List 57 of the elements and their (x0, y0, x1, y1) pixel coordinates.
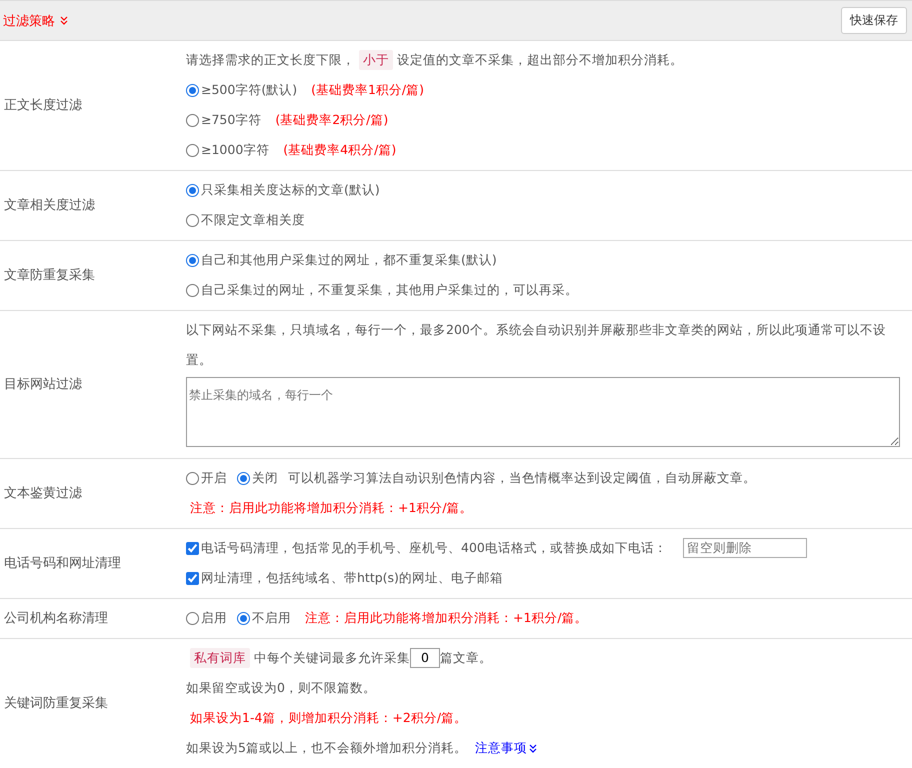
radio-label: ≥500字符(默认) (201, 81, 298, 99)
domain-textarea[interactable]: 禁止采集的域名，每行一个 (186, 377, 900, 447)
description-text: 以下网站不采集，只填域名，每行一个，最多200个。系统会自动识别并屏蔽那些非文章类的网站，所以此项通常可以不设置。 (186, 322, 886, 367)
radio-button[interactable] (186, 144, 199, 156)
setting-label: 目标网站过滤 (3, 376, 83, 393)
checkbox[interactable] (186, 542, 199, 554)
description-text: 如果设为5篇或以上，也不会额外增加积分消耗。 (186, 739, 467, 757)
radio-label: 启用 (201, 609, 227, 627)
warning-text: (基础费率4积分/篇) (283, 141, 396, 159)
double-chevron-down-icon (528, 744, 537, 752)
checkbox-label: 电话号码清理，包括常见的手机号、座机号、400电话格式，或替换成如下电话： (201, 539, 667, 557)
radio-button[interactable] (186, 214, 199, 226)
description-text: 请选择需求的正文长度下限， (186, 51, 355, 69)
description-text: 可以机器学习算法自动识别色情内容，当色情概率达到设定阈值，自动屏蔽文章。 (288, 469, 756, 487)
description-text: 中每个关键词最多允许采集 (254, 649, 410, 667)
setting-label: 电话号码和网址清理 (3, 555, 122, 572)
radio-label: ≥1000字符 (201, 141, 270, 159)
setting-label: 文章相关度过滤 (3, 197, 96, 214)
radio-label: 关闭 (252, 469, 278, 487)
radio-button[interactable] (186, 114, 199, 126)
radio-button[interactable] (186, 84, 199, 96)
setting-label: 正文长度过滤 (3, 97, 83, 114)
description-text: 篇文章。 (440, 649, 492, 667)
checkbox[interactable] (186, 572, 199, 584)
radio-label: 不限定文章相关度 (201, 211, 305, 229)
number-input-field[interactable]: 0 (410, 648, 440, 668)
checkbox-label: 网址清理，包括纯域名、带http(s)的网址、电子邮箱 (201, 569, 503, 587)
phone-input-field[interactable]: 留空则删除 (682, 538, 807, 558)
setting-label: 文章防重复采集 (3, 267, 96, 284)
radio-label: 只采集相关度达标的文章(默认) (201, 181, 380, 199)
double-chevron-down-icon (60, 16, 68, 25)
quick-save-button[interactable]: 快速保存 (841, 7, 907, 34)
radio-button[interactable] (186, 284, 199, 296)
radio-button[interactable] (237, 472, 250, 484)
warning-text: (基础费率1积分/篇) (311, 81, 424, 99)
setting-label: 公司机构名称清理 (3, 610, 109, 627)
radio-button[interactable] (186, 612, 199, 624)
warning-text: 注意：启用此功能将增加积分消耗：+1积分/篇。 (305, 609, 588, 627)
notes-link[interactable]: 注意事项 (474, 733, 537, 763)
radio-label: 自己和其他用户采集过的网址，都不重复采集(默认) (201, 251, 497, 269)
highlight-tag: 私有词库 (190, 648, 250, 668)
radio-label: 开启 (201, 469, 227, 487)
description-text: 设定值的文章不采集，超出部分不增加积分消耗。 (397, 51, 683, 69)
warning-text: 注意：启用此功能将增加积分消耗：+1积分/篇。 (190, 499, 473, 517)
setting-label: 关键词防重复采集 (3, 695, 109, 712)
radio-label: 自己采集过的网址，不重复采集，其他用户采集过的，可以再采。 (201, 281, 578, 299)
radio-label: ≥750字符 (201, 111, 262, 129)
radio-button[interactable] (237, 612, 250, 624)
warning-text: (基础费率2积分/篇) (275, 111, 388, 129)
radio-button[interactable] (186, 254, 199, 266)
radio-label: 不启用 (252, 609, 291, 627)
radio-button[interactable] (186, 472, 199, 484)
radio-button[interactable] (186, 184, 199, 196)
warning-text: 如果设为1-4篇，则增加积分消耗：+2积分/篇。 (190, 709, 468, 727)
setting-label: 文本鉴黄过滤 (3, 485, 83, 502)
highlight-tag: 小于 (359, 50, 393, 70)
description-text: 如果留空或设为0，则不限篇数。 (186, 680, 376, 695)
